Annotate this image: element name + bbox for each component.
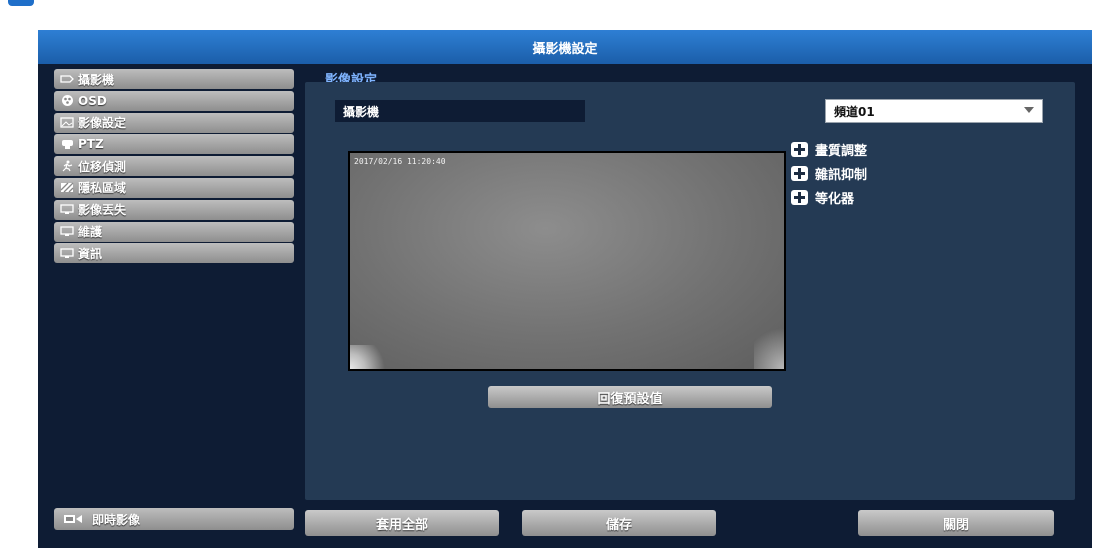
sidebar-item-camera[interactable]: 攝影機: [54, 69, 294, 89]
privacy-icon: [60, 182, 74, 193]
settings-panel: 攝影機 頻道01 2017/02/16 11:20:40 畫質調整 雜訊抑制 等…: [305, 82, 1075, 500]
camera-name-label: 攝影機: [335, 100, 585, 122]
browser-tab-indicator: [8, 0, 34, 6]
apply-all-button[interactable]: 套用全部: [305, 510, 499, 536]
sidebar-item-label: 維護: [78, 225, 103, 240]
sidebar-item-label: PTZ: [78, 137, 104, 152]
browser-top-bar: [0, 0, 1117, 10]
expand-plus-icon[interactable]: [791, 165, 808, 181]
osd-icon: [60, 95, 74, 107]
sidebar-item-image-settings[interactable]: 影像設定: [54, 112, 294, 133]
sidebar-item-osd[interactable]: OSD: [54, 90, 294, 111]
channel-select-value: 頻道01: [834, 104, 875, 119]
motion-icon: [60, 160, 74, 172]
video-glare-right: [754, 319, 784, 369]
expand-plus-icon[interactable]: [791, 141, 808, 157]
sidebar-item-information[interactable]: 資訊: [54, 243, 294, 264]
video-preview: 2017/02/16 11:20:40: [348, 151, 786, 371]
sidebar-item-label: 影像丟失: [78, 203, 127, 218]
sidebar-item-label: 影像設定: [78, 116, 127, 131]
camera-icon: [60, 74, 74, 85]
ptz-icon: [60, 139, 74, 150]
image-icon: [60, 117, 74, 128]
sidebar-item-video-loss[interactable]: 影像丟失: [54, 199, 294, 220]
option-equalizer[interactable]: 等化器: [791, 188, 855, 207]
camera-settings-window: 攝影機設定 攝影機 OSD 影像設定 PTZ 位移偵測 隱私區域 影像丟失 維護…: [38, 30, 1092, 548]
sidebar-item-ptz[interactable]: PTZ: [54, 134, 294, 155]
sidebar-item-label: 隱私區域: [78, 181, 127, 196]
live-view-icon: [62, 514, 86, 525]
sidebar-item-privacy-zone[interactable]: 隱私區域: [54, 177, 294, 198]
option-noise-reduction[interactable]: 雜訊抑制: [791, 164, 868, 183]
close-button[interactable]: 關閉: [858, 510, 1054, 536]
monitor-icon: [60, 248, 74, 259]
channel-select[interactable]: 頻道01: [825, 99, 1043, 123]
sidebar-item-label: 位移偵測: [78, 159, 127, 174]
expand-plus-icon[interactable]: [791, 189, 808, 205]
option-label: 雜訊抑制: [815, 167, 868, 183]
option-label: 等化器: [815, 191, 855, 207]
video-glare: [350, 345, 386, 369]
sidebar-item-label: 攝影機: [78, 72, 115, 87]
window-title: 攝影機設定: [38, 30, 1092, 64]
option-picture-quality[interactable]: 畫質調整: [791, 140, 868, 159]
chevron-down-icon: [1024, 107, 1034, 113]
live-view-label: 即時影像: [92, 512, 141, 527]
save-button[interactable]: 儲存: [522, 510, 716, 536]
monitor-icon: [60, 226, 74, 237]
sidebar-item-motion-detection[interactable]: 位移偵測: [54, 156, 294, 177]
sidebar: 攝影機 OSD 影像設定 PTZ 位移偵測 隱私區域 影像丟失 維護 資訊: [54, 69, 294, 265]
video-timestamp: 2017/02/16 11:20:40: [354, 157, 446, 166]
sidebar-item-label: OSD: [78, 93, 107, 108]
sidebar-item-maintenance[interactable]: 維護: [54, 221, 294, 242]
restore-defaults-button[interactable]: 回復預設值: [488, 386, 772, 408]
sidebar-item-label: 資訊: [78, 246, 103, 261]
option-label: 畫質調整: [815, 143, 868, 159]
live-view-button[interactable]: 即時影像: [54, 508, 294, 530]
monitor-icon: [60, 204, 74, 215]
